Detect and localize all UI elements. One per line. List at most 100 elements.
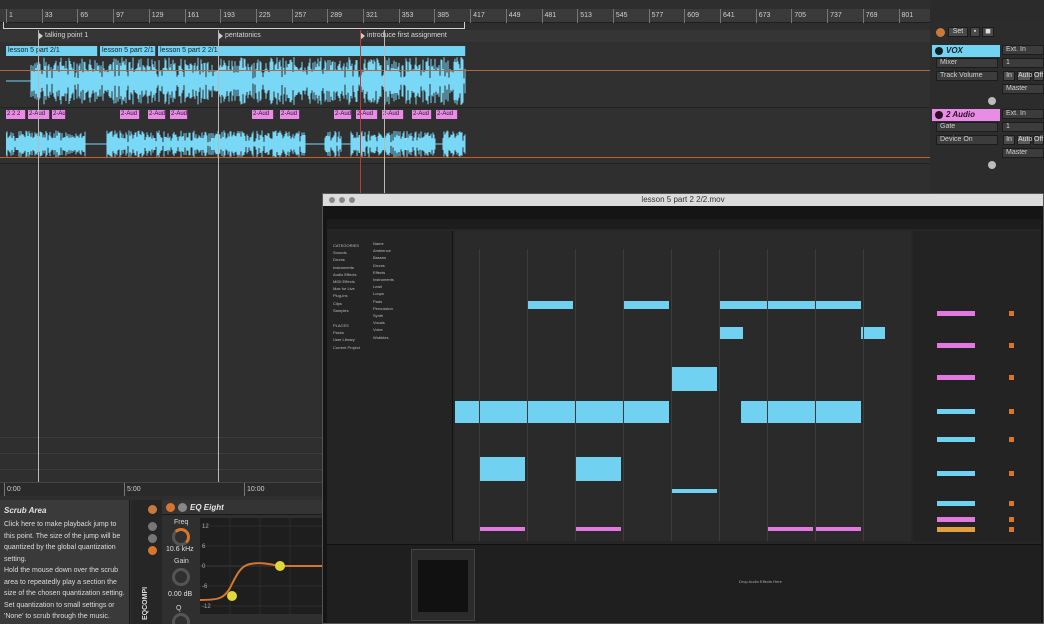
audio-clip-header[interactable]: 2-Aud	[252, 110, 274, 119]
browser-item[interactable]: Synth	[373, 313, 383, 318]
automation-device-dropdown[interactable]: Gate	[936, 122, 998, 132]
audio-clip-header[interactable]: 2-Aud	[52, 110, 66, 119]
audio-clip-header[interactable]: 2-Aud	[280, 110, 300, 119]
time-ruler[interactable]: 0:00 5:00 10:00	[0, 482, 330, 496]
monitor-auto-button[interactable]: Auto	[1017, 135, 1032, 145]
browser-item[interactable]: Ambience	[373, 248, 391, 253]
monitor-in-button[interactable]: In	[1003, 71, 1015, 81]
browser-item[interactable]: Lead	[373, 284, 382, 289]
input-channel-dropdown[interactable]: 1	[1002, 122, 1044, 132]
set-button[interactable]: Set	[948, 27, 968, 37]
audio-clip-header[interactable]: 2-Aud	[382, 110, 404, 119]
q-knob[interactable]	[172, 613, 190, 624]
input-type-dropdown[interactable]: Ext. In	[1002, 45, 1044, 55]
browser-category[interactable]: Current Project	[333, 345, 360, 350]
minimize-icon[interactable]	[339, 197, 345, 203]
video-frame[interactable]: CATEGORIES Sounds Drums Instruments Audio Ef…	[327, 219, 1041, 623]
output-dropdown[interactable]: Master	[1002, 148, 1044, 158]
browser-item[interactable]: Vocals	[373, 320, 385, 325]
track-activator-icon[interactable]	[935, 111, 943, 119]
eq-curve-display[interactable]: 12 6 0 -6 -12	[200, 518, 322, 614]
monitor-auto-button[interactable]: Auto	[1017, 71, 1032, 81]
audio-clip-header[interactable]: 2 2 2	[6, 110, 26, 119]
add-lane-icon[interactable]	[988, 97, 996, 105]
device-button-icon[interactable]	[148, 534, 157, 543]
mini-grid-line	[575, 249, 576, 541]
track-activator-icon[interactable]	[935, 47, 943, 55]
browser-category[interactable]: Samples	[333, 308, 349, 313]
monitor-in-button[interactable]: In	[1003, 135, 1015, 145]
browser-category[interactable]: Plug-ins	[333, 293, 347, 298]
locator-talking-point[interactable]: talking point 1	[38, 30, 88, 42]
automation-line[interactable]	[0, 157, 930, 158]
device-button-icon[interactable]	[148, 546, 157, 555]
browser-category[interactable]: User Library	[333, 337, 355, 342]
fold-icon[interactable]: ◼	[982, 27, 994, 37]
track-vox-lane[interactable]: lesson 5 part 2/1 lesson 5 part 2/1 less…	[0, 42, 930, 108]
browser-category[interactable]: Clips	[333, 301, 342, 306]
zoom-icon[interactable]	[349, 197, 355, 203]
locator-introduce-assignment[interactable]: introduce first assignment	[360, 30, 447, 42]
browser-category[interactable]: Max for Live	[333, 286, 355, 291]
output-dropdown[interactable]: Master	[1002, 84, 1044, 94]
monitor-off-button[interactable]: Off	[1033, 71, 1044, 81]
add-lane-icon[interactable]	[988, 161, 996, 169]
eq-scale-label: -6	[202, 584, 208, 590]
input-type-dropdown[interactable]: Ext. In	[1002, 109, 1044, 119]
browser-category[interactable]: Packs	[333, 330, 344, 335]
track-io-panel: Set ▪ ◼ VOX Ext. In Mixer 1 Track Volume…	[930, 22, 1044, 202]
browser-category[interactable]: CATEGORIES	[333, 243, 359, 248]
audio-clip-header[interactable]: 2-Aud	[28, 110, 50, 119]
browser-item[interactable]: Effects	[373, 270, 385, 275]
browser-item[interactable]: Drums	[373, 263, 385, 268]
track-audio2-lane[interactable]: 2 2 22-Aud2-Aud2-Aud2-Aud2-Aud2-Aud2-Aud…	[0, 108, 930, 164]
audio-clip-header[interactable]: 2-Aud	[170, 110, 188, 119]
clip-header[interactable]: lesson 5 part 2/1	[6, 46, 98, 56]
browser-category[interactable]: Instruments	[333, 265, 354, 270]
browser-category[interactable]: Sounds	[333, 250, 347, 255]
browser-item[interactable]: Name	[373, 241, 384, 246]
browser-item[interactable]: Percussion	[373, 306, 393, 311]
gain-value[interactable]: 0.00 dB	[168, 591, 192, 598]
gain-knob[interactable]	[172, 568, 190, 586]
audio-clip-header[interactable]: 2-Aud	[120, 110, 140, 119]
eq-band-handle[interactable]	[275, 561, 285, 571]
clip-header[interactable]: lesson 5 part 2 2/1	[158, 46, 466, 56]
browser-item[interactable]: Basses	[373, 255, 386, 260]
browser-item[interactable]: Instruments	[373, 277, 394, 282]
browser-category[interactable]: Drums	[333, 257, 345, 262]
video-title-bar[interactable]: lesson 5 part 2 2/2.mov	[323, 194, 1043, 206]
device-activator-icon[interactable]	[148, 505, 157, 514]
freq-value[interactable]: 10.6 kHz	[166, 546, 194, 553]
close-icon[interactable]	[329, 197, 335, 203]
gain-label: Gain	[174, 558, 189, 565]
browser-category[interactable]: MIDI Effects	[333, 279, 355, 284]
automation-param-dropdown[interactable]: Track Volume	[936, 71, 998, 81]
browser-item[interactable]: Pads	[373, 299, 382, 304]
browser-item[interactable]: Wobbles	[373, 335, 389, 340]
freq-knob[interactable]	[172, 528, 190, 546]
monitor-off-button[interactable]: Off	[1033, 135, 1044, 145]
eq-power-icon[interactable]	[166, 503, 175, 512]
eq-band-handle[interactable]	[227, 591, 237, 601]
audio-clip-header[interactable]: 2-Aud	[436, 110, 458, 119]
automation-line[interactable]	[0, 70, 930, 71]
browser-category[interactable]: Audio Effects	[333, 272, 357, 277]
audio-clip-header[interactable]: 2-Aud	[334, 110, 352, 119]
locator-pentatonics[interactable]: pentatonics	[218, 30, 261, 42]
browser-category[interactable]: PLACES	[333, 323, 349, 328]
loop-brace[interactable]	[3, 22, 465, 29]
device-button-icon[interactable]	[148, 522, 157, 531]
automation-param-dropdown[interactable]: Device On	[936, 135, 998, 145]
automation-device-dropdown[interactable]: Mixer	[936, 58, 998, 68]
record-arm-icon[interactable]	[936, 28, 945, 37]
audio-clip-header[interactable]: 2-Aud	[148, 110, 166, 119]
beat-ruler[interactable]: 1 33 65 97 129 161 193 225 257 289 321 353 385 417 449…	[0, 9, 930, 23]
browser-item[interactable]: Loops	[373, 291, 384, 296]
lock-icon[interactable]: ▪	[970, 27, 980, 37]
audio-clip-header[interactable]: 2-Aud	[412, 110, 432, 119]
clip-header[interactable]: lesson 5 part 2/1	[100, 46, 156, 56]
browser-item[interactable]: Voice	[373, 327, 383, 332]
eq-settings-icon[interactable]	[178, 503, 187, 512]
input-channel-dropdown[interactable]: 1	[1002, 58, 1044, 68]
